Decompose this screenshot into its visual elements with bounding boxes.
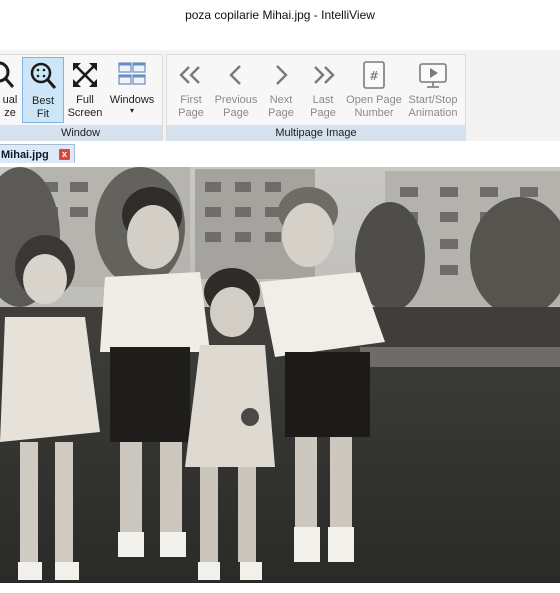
document-tab-bar: Mihai.jpg x bbox=[0, 141, 560, 164]
start-stop-animation-button[interactable]: Start/Stop Animation bbox=[405, 57, 461, 121]
multipage-group: First Page Previous Page Next Page Last bbox=[166, 54, 466, 142]
start-stop-animation-label-1: Start/Stop bbox=[408, 94, 458, 106]
document-tab[interactable]: Mihai.jpg x bbox=[0, 144, 75, 164]
full-screen-button[interactable]: Full Screen bbox=[65, 57, 105, 121]
best-fit-label-2: Fit bbox=[36, 108, 50, 120]
chevron-down-icon: ▾ bbox=[129, 106, 134, 115]
last-page-label-1: Last bbox=[312, 94, 334, 106]
actual-size-label-1: ual bbox=[2, 94, 18, 106]
multipage-group-label: Multipage Image bbox=[167, 125, 465, 141]
open-page-number-label-1: Open Page bbox=[346, 94, 402, 106]
image-viewer[interactable] bbox=[0, 163, 560, 593]
first-page-label-2: Page bbox=[178, 107, 204, 119]
last-page-icon bbox=[314, 66, 335, 84]
previous-page-label-1: Previous bbox=[214, 94, 258, 106]
open-page-number-label-2: Number bbox=[354, 107, 394, 119]
open-page-number-button[interactable]: # Open Page Number bbox=[345, 57, 403, 121]
first-page-icon bbox=[179, 66, 200, 84]
best-fit-label-1: Best bbox=[31, 95, 54, 107]
last-page-button[interactable]: Last Page bbox=[303, 57, 343, 121]
first-page-button[interactable]: First Page bbox=[171, 57, 211, 121]
start-stop-animation-icon bbox=[419, 63, 447, 88]
actual-size-label-2: ze bbox=[4, 107, 16, 119]
windows-icon bbox=[118, 62, 146, 85]
ribbon-tab-strip bbox=[0, 30, 560, 51]
first-page-label-1: First bbox=[180, 94, 202, 106]
best-fit-button[interactable]: Best Fit bbox=[22, 57, 64, 123]
actual-size-button[interactable]: ual ze bbox=[0, 57, 19, 121]
window-group-label: Window bbox=[0, 125, 162, 141]
last-page-label-2: Page bbox=[310, 107, 336, 119]
best-fit-icon bbox=[30, 62, 57, 89]
magnifier-icon bbox=[0, 61, 15, 88]
windows-button[interactable]: Windows ▾ bbox=[107, 57, 157, 121]
previous-page-button[interactable]: Previous Page bbox=[213, 57, 259, 121]
close-icon[interactable]: x bbox=[59, 149, 70, 160]
full-screen-icon bbox=[73, 63, 97, 87]
next-page-label-1: Next bbox=[269, 94, 293, 106]
document-tab-label: Mihai.jpg bbox=[1, 148, 49, 161]
photo-image bbox=[0, 167, 560, 583]
previous-page-label-2: Page bbox=[223, 107, 249, 119]
previous-page-icon bbox=[229, 65, 241, 85]
next-page-icon bbox=[276, 65, 288, 85]
window-title: poza copilarie Mihai.jpg - IntelliView bbox=[185, 8, 375, 22]
start-stop-animation-label-2: Animation bbox=[408, 107, 458, 119]
next-page-button[interactable]: Next Page bbox=[261, 57, 301, 121]
open-page-number-icon: # bbox=[363, 61, 385, 89]
window-group: ual ze Best Fit Full Screen Windows ▾ Wi… bbox=[0, 54, 163, 142]
next-page-label-2: Page bbox=[268, 107, 294, 119]
full-screen-label-1: Full bbox=[76, 94, 94, 106]
svg-text:#: # bbox=[369, 69, 379, 83]
title-bar: poza copilarie Mihai.jpg - IntelliView bbox=[0, 0, 560, 31]
ribbon: ual ze Best Fit Full Screen Windows ▾ Wi… bbox=[0, 50, 560, 142]
full-screen-label-2: Screen bbox=[67, 107, 103, 119]
